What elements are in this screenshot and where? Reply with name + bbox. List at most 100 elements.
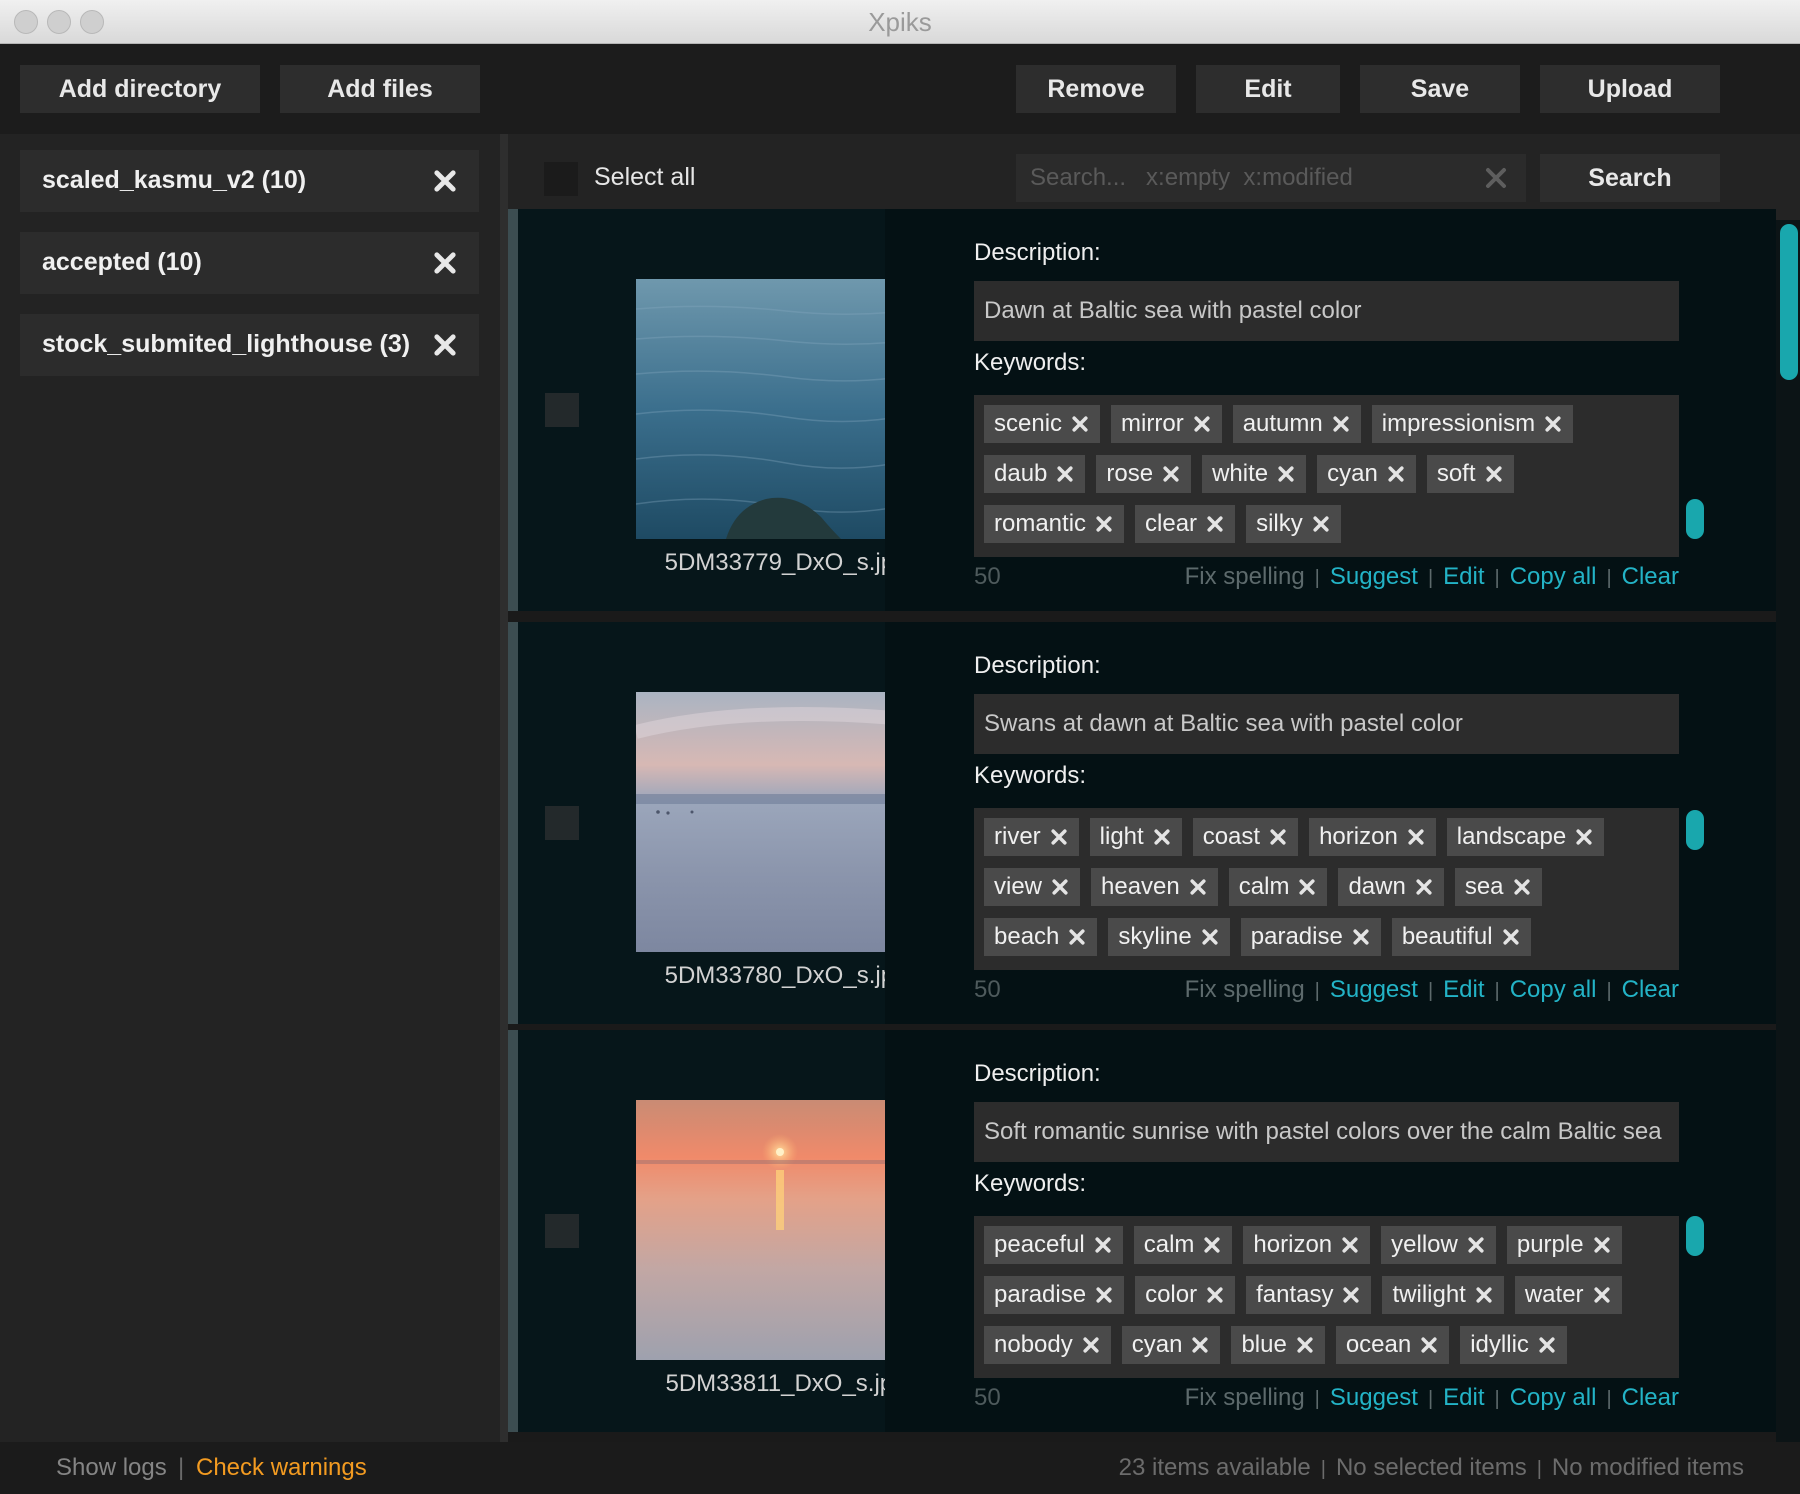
copy-all-link[interactable]: Copy all	[1510, 563, 1597, 590]
remove-keyword-icon[interactable]	[1081, 1335, 1101, 1355]
directory-item[interactable]: scaled_kasmu_v2 (10)	[20, 150, 479, 212]
clear-keywords-link[interactable]: Clear	[1622, 563, 1679, 590]
artworks-scrollbar[interactable]	[1776, 220, 1800, 1442]
keyword-tag[interactable]: sea	[1454, 868, 1542, 906]
keyword-tag[interactable]: view	[984, 868, 1081, 906]
keyword-tag[interactable]: mirror	[1111, 405, 1222, 443]
artworks-scrollbar-thumb[interactable]	[1780, 224, 1798, 380]
remove-keyword-icon[interactable]	[1190, 1335, 1210, 1355]
remove-keyword-icon[interactable]	[1592, 1235, 1612, 1255]
remove-keyword-icon[interactable]	[1050, 877, 1070, 897]
remove-keyword-icon[interactable]	[1094, 514, 1114, 534]
fix-spelling-link[interactable]: Fix spelling	[1185, 563, 1305, 590]
remove-keyword-icon[interactable]	[1414, 877, 1434, 897]
remove-directory-icon[interactable]	[431, 331, 459, 359]
keywords-scrollbar-thumb[interactable]	[1686, 1216, 1704, 1256]
search-button[interactable]: Search	[1540, 154, 1720, 202]
remove-keyword-icon[interactable]	[1055, 464, 1075, 484]
keyword-tag[interactable]: romantic	[984, 505, 1125, 543]
keyword-tag[interactable]: twilight	[1382, 1276, 1504, 1314]
suggest-link[interactable]: Suggest	[1330, 1384, 1418, 1411]
keyword-tag[interactable]: cyan	[1317, 455, 1416, 493]
remove-keyword-icon[interactable]	[1406, 827, 1426, 847]
remove-keyword-icon[interactable]	[1161, 464, 1181, 484]
keyword-tag[interactable]: silky	[1246, 505, 1341, 543]
remove-keyword-icon[interactable]	[1067, 927, 1087, 947]
remove-keyword-icon[interactable]	[1341, 1285, 1361, 1305]
add-directory-button[interactable]: Add directory	[20, 65, 260, 113]
description-field[interactable]: Dawn at Baltic sea with pastel color	[974, 281, 1679, 341]
remove-keyword-icon[interactable]	[1297, 877, 1317, 897]
keyword-tag[interactable]: horizon	[1309, 818, 1436, 856]
remove-keyword-icon[interactable]	[1543, 414, 1563, 434]
show-logs-link[interactable]: Show logs	[56, 1454, 167, 1482]
select-all-checkbox[interactable]	[544, 162, 578, 196]
keyword-tag[interactable]: calm	[1228, 868, 1328, 906]
keyword-tag[interactable]: water	[1514, 1276, 1622, 1314]
copy-all-link[interactable]: Copy all	[1510, 976, 1597, 1003]
clear-keywords-link[interactable]: Clear	[1622, 976, 1679, 1003]
remove-keyword-icon[interactable]	[1295, 1335, 1315, 1355]
artwork-checkbox[interactable]	[545, 806, 579, 840]
remove-keyword-icon[interactable]	[1484, 464, 1504, 484]
clear-keywords-link[interactable]: Clear	[1622, 1384, 1679, 1411]
keywords-scrollbar-thumb[interactable]	[1686, 810, 1704, 850]
keyword-tag[interactable]: fantasy	[1246, 1276, 1372, 1314]
keyword-tag[interactable]: beautiful	[1391, 918, 1531, 956]
keyword-tag[interactable]: paradise	[1240, 918, 1381, 956]
remove-keyword-icon[interactable]	[1205, 1285, 1225, 1305]
remove-directory-icon[interactable]	[431, 249, 459, 277]
suggest-link[interactable]: Suggest	[1330, 563, 1418, 590]
keyword-tag[interactable]: scenic	[984, 405, 1101, 443]
remove-keyword-icon[interactable]	[1268, 827, 1288, 847]
edit-keywords-link[interactable]: Edit	[1443, 563, 1484, 590]
remove-keyword-icon[interactable]	[1419, 1335, 1439, 1355]
keywords-editor[interactable]: peaceful calm horizon yellow purple paradise c…	[974, 1216, 1679, 1378]
remove-keyword-icon[interactable]	[1049, 827, 1069, 847]
suggest-link[interactable]: Suggest	[1330, 976, 1418, 1003]
keyword-tag[interactable]: idyllic	[1460, 1326, 1567, 1364]
keyword-tag[interactable]: coast	[1192, 818, 1299, 856]
remove-keyword-icon[interactable]	[1340, 1235, 1360, 1255]
keyword-tag[interactable]: impressionism	[1371, 405, 1574, 443]
keyword-tag[interactable]: calm	[1133, 1226, 1233, 1264]
keyword-tag[interactable]: daub	[984, 455, 1086, 493]
keyword-tag[interactable]: purple	[1506, 1226, 1622, 1264]
artwork-item[interactable]: 5DM33811_DxO_s.jpg Description: Soft roman…	[508, 1030, 1776, 1432]
edit-keywords-link[interactable]: Edit	[1443, 1384, 1484, 1411]
keyword-tag[interactable]: dawn	[1338, 868, 1444, 906]
remove-keyword-icon[interactable]	[1276, 464, 1296, 484]
keyword-tag[interactable]: horizon	[1243, 1226, 1371, 1264]
keyword-tag[interactable]: soft	[1426, 455, 1514, 493]
check-warnings-link[interactable]: Check warnings	[196, 1454, 367, 1482]
remove-keyword-icon[interactable]	[1592, 1285, 1612, 1305]
remove-keyword-icon[interactable]	[1474, 1285, 1494, 1305]
remove-keyword-icon[interactable]	[1466, 1235, 1486, 1255]
directory-item[interactable]: accepted (10)	[20, 232, 479, 294]
keyword-tag[interactable]: peaceful	[984, 1226, 1123, 1264]
remove-keyword-icon[interactable]	[1200, 927, 1220, 947]
keyword-tag[interactable]: white	[1202, 455, 1307, 493]
keyword-tag[interactable]: rose	[1096, 455, 1192, 493]
remove-keyword-icon[interactable]	[1152, 827, 1172, 847]
remove-keyword-icon[interactable]	[1311, 514, 1331, 534]
remove-keyword-icon[interactable]	[1188, 877, 1208, 897]
artwork-checkbox[interactable]	[545, 1214, 579, 1248]
remove-keyword-icon[interactable]	[1093, 1235, 1113, 1255]
select-all-label[interactable]: Select all	[594, 163, 695, 192]
edit-keywords-link[interactable]: Edit	[1443, 976, 1484, 1003]
remove-keyword-icon[interactable]	[1070, 414, 1090, 434]
artwork-item[interactable]: 5DM33780_DxO_s.jpg Description: Swans at d…	[508, 622, 1776, 1024]
remove-keyword-icon[interactable]	[1205, 514, 1225, 534]
artwork-item[interactable]: 5DM33779_DxO_s.jpg Description: Dawn at Ba…	[508, 209, 1776, 611]
keyword-tag[interactable]: color	[1135, 1276, 1236, 1314]
remove-keyword-icon[interactable]	[1331, 414, 1351, 434]
keyword-tag[interactable]: ocean	[1335, 1326, 1450, 1364]
keywords-editor[interactable]: river light coast horizon landscape view heave…	[974, 808, 1679, 970]
remove-keyword-icon[interactable]	[1574, 827, 1594, 847]
sidebar-splitter[interactable]	[500, 134, 508, 1442]
keywords-editor[interactable]: scenic mirror autumn impressionism daub rose w…	[974, 395, 1679, 557]
keyword-tag[interactable]: clear	[1135, 505, 1236, 543]
keyword-tag[interactable]: beach	[984, 918, 1098, 956]
description-field[interactable]: Swans at dawn at Baltic sea with pastel …	[974, 694, 1679, 754]
